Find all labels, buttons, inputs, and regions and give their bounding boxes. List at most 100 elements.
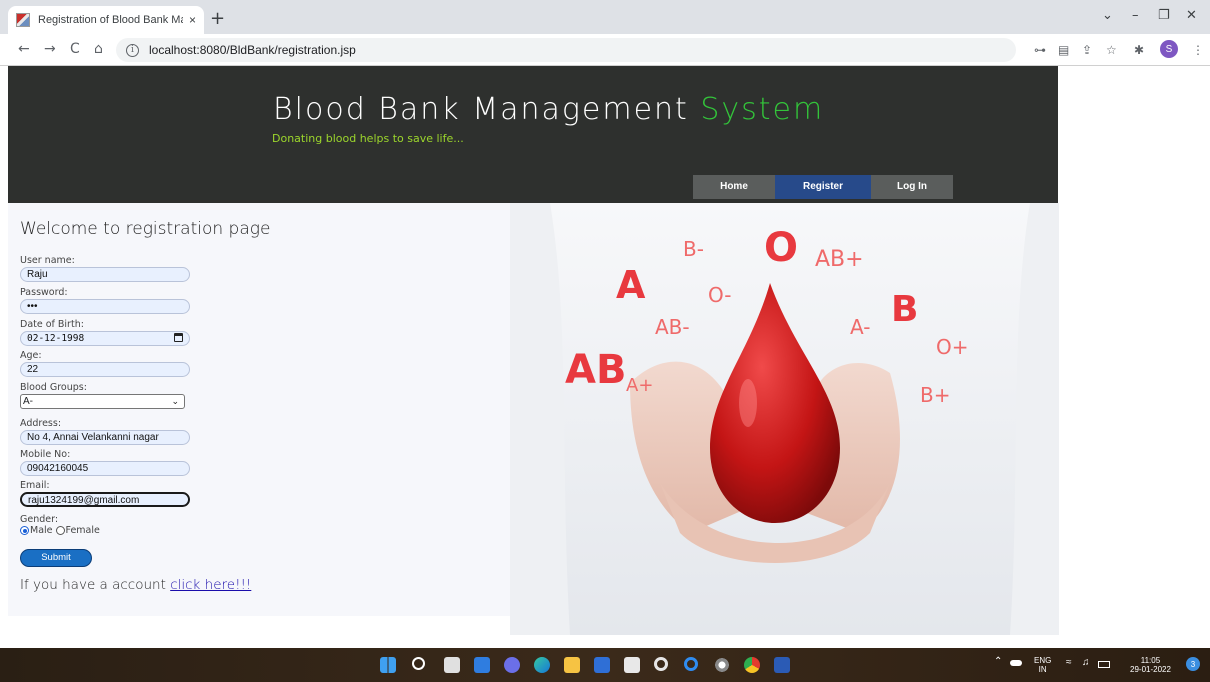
blood-group-bneg: B-	[683, 237, 704, 261]
url-bar[interactable]: i localhost:8080/BldBank/registration.js…	[116, 38, 1016, 62]
clock[interactable]: 11:05 29-01-2022	[1130, 656, 1171, 674]
new-tab-button[interactable]: +	[210, 8, 225, 29]
password-label: Password:	[20, 287, 68, 298]
password-input[interactable]: •••	[20, 299, 190, 314]
blood-group-aneg: A-	[850, 315, 871, 339]
dropbox-icon[interactable]	[624, 657, 640, 673]
address-input[interactable]: No 4, Annai Velankanni nagar	[20, 430, 190, 445]
close-window-icon[interactable]: ✕	[1186, 8, 1197, 23]
site-title-accent: System	[700, 92, 825, 127]
age-input[interactable]: 22	[20, 362, 190, 377]
blood-group-a: A	[616, 263, 646, 307]
wifi-icon[interactable]: ≈	[1066, 658, 1072, 668]
login-prompt: If you have a account click here!!!	[20, 577, 251, 593]
home-icon[interactable]: ⌂	[94, 41, 103, 57]
url-text: localhost:8080/BldBank/registration.jsp	[149, 43, 356, 57]
cortana-icon[interactable]	[684, 657, 698, 671]
dob-input[interactable]: 02-12-1998	[20, 331, 190, 346]
hidden-icons-chevron-icon[interactable]: ⌃	[994, 657, 1002, 667]
taskbar: ⌃ ENG IN ≈ ♫ 11:05 29-01-2022	[0, 648, 1210, 682]
store-icon[interactable]	[594, 657, 610, 673]
blood-group-value: A-	[23, 396, 33, 407]
site-tagline: Donating blood helps to save life...	[272, 132, 464, 145]
blood-group-ab: AB	[565, 347, 627, 393]
username-label: User name:	[20, 255, 75, 266]
dob-label: Date of Birth:	[20, 319, 84, 330]
word-icon[interactable]	[774, 657, 790, 673]
site-header: Blood Bank Management System Donating bl…	[8, 66, 1058, 203]
search-icon[interactable]	[412, 657, 425, 670]
nav-register[interactable]: Register	[775, 175, 871, 199]
blood-group-label: Blood Groups:	[20, 382, 87, 393]
bookmark-star-icon[interactable]: ☆	[1106, 43, 1117, 57]
translate-icon[interactable]: ▤	[1058, 43, 1069, 57]
gender-options: Male Female	[20, 525, 100, 536]
age-label: Age:	[20, 350, 42, 361]
address-bar-row: ← → C ⌂ i localhost:8080/BldBank/registr…	[0, 34, 1210, 66]
onedrive-icon[interactable]	[1010, 660, 1022, 666]
browser-tab[interactable]: Registration of Blood Bank Mana ×	[8, 6, 204, 34]
key-icon[interactable]: ⊶	[1034, 43, 1046, 57]
clock-time: 11:05	[1140, 656, 1161, 665]
registration-panel: Welcome to registration page User name: …	[8, 203, 510, 616]
minimize-icon[interactable]: –	[1132, 8, 1139, 23]
clock-date: 29-01-2022	[1130, 665, 1171, 674]
gender-label: Gender:	[20, 514, 59, 525]
extensions-icon[interactable]: ✱	[1134, 43, 1144, 57]
nav-home[interactable]: Home	[693, 175, 775, 199]
tab-title: Registration of Blood Bank Mana	[38, 14, 183, 26]
email-input[interactable]: raju1324199@gmail.com	[20, 492, 190, 507]
blood-group-apos: A+	[626, 375, 654, 396]
language-top: ENG	[1034, 656, 1052, 665]
login-link[interactable]: click here!!!	[170, 577, 251, 593]
nav-login[interactable]: Log In	[871, 175, 953, 199]
blood-group-abneg: AB-	[655, 315, 690, 339]
language-indicator[interactable]: ENG IN	[1034, 656, 1051, 674]
blood-group-bpos: B+	[920, 383, 951, 407]
profile-avatar[interactable]: S	[1160, 40, 1178, 58]
volume-icon[interactable]: ♫	[1082, 658, 1090, 668]
login-prompt-text: If you have a account	[20, 577, 171, 593]
blood-group-o: O	[764, 225, 799, 271]
menu-icon[interactable]: ⋮	[1192, 43, 1204, 57]
chevron-down-icon: ⌄	[171, 396, 179, 406]
hero-image: B- O AB+ A O- B AB- A- O+ AB A+ B+	[510, 203, 1059, 635]
email-label: Email:	[20, 480, 50, 491]
blood-group-b: B	[891, 289, 919, 330]
submit-button[interactable]: Submit	[20, 549, 92, 567]
gender-male-radio[interactable]	[20, 526, 29, 535]
settings-gear-icon[interactable]	[714, 657, 730, 673]
notification-badge[interactable]: 3	[1186, 657, 1200, 671]
calendar-icon[interactable]	[174, 333, 183, 342]
gender-male-label: Male	[30, 525, 53, 536]
restore-icon[interactable]: ❐	[1158, 8, 1170, 23]
blood-group-oneg: O-	[708, 283, 732, 307]
language-bottom: IN	[1038, 665, 1047, 674]
chrome-icon[interactable]	[744, 657, 760, 673]
mobile-input[interactable]: 09042160045	[20, 461, 190, 476]
edge-icon[interactable]	[534, 657, 550, 673]
info-icon[interactable]: i	[126, 43, 139, 57]
blood-group-opos: O+	[936, 335, 969, 359]
username-input[interactable]: Raju	[20, 267, 190, 282]
share-icon[interactable]: ⇪	[1082, 43, 1092, 57]
opera-icon[interactable]	[654, 657, 668, 671]
gender-female-label: Female	[65, 525, 100, 536]
reload-icon[interactable]: C	[70, 41, 80, 57]
main-nav: Home Register Log In	[693, 175, 953, 199]
task-view-icon[interactable]	[444, 657, 460, 673]
tab-search-icon[interactable]: ⌄	[1102, 8, 1113, 23]
battery-icon[interactable]	[1098, 661, 1110, 668]
forward-icon[interactable]: →	[44, 41, 56, 57]
gender-female-radio[interactable]	[55, 526, 65, 535]
chat-icon[interactable]	[504, 657, 520, 673]
back-icon[interactable]: ←	[18, 41, 30, 57]
tab-close-icon[interactable]: ×	[189, 13, 196, 27]
dob-value: 02-12-1998	[27, 333, 85, 344]
blood-group-abpos: AB+	[815, 247, 864, 272]
widgets-icon[interactable]	[474, 657, 490, 673]
blood-group-select[interactable]: A- ⌄	[20, 394, 185, 409]
start-icon[interactable]	[380, 657, 396, 673]
mobile-label: Mobile No:	[20, 449, 71, 460]
file-explorer-icon[interactable]	[564, 657, 580, 673]
